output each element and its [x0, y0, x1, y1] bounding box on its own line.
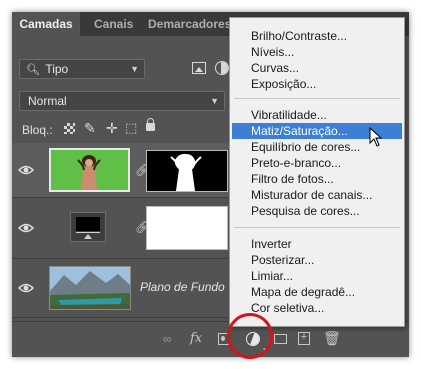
lock-position-icon[interactable]: ✛ — [106, 120, 118, 137]
menu-item-curves[interactable]: Curvas... — [232, 60, 402, 76]
menu-item-threshold[interactable]: Limiar... — [232, 268, 402, 284]
menu-item-posterize[interactable]: Posterizar... — [232, 252, 402, 268]
eye-icon[interactable] — [18, 220, 34, 236]
menu-separator — [234, 227, 400, 228]
menu-separator — [234, 98, 400, 99]
search-icon: 🔍︎ — [26, 64, 40, 76]
layer-thumbnail-green-screen — [49, 148, 130, 192]
lock-all-icon[interactable] — [146, 118, 155, 131]
lock-image-pixels-icon[interactable]: ✎︎ — [84, 120, 96, 137]
menu-item-black-white[interactable]: Preto-e-branco... — [232, 155, 402, 171]
background-thumbnail — [49, 266, 131, 310]
levels-adjustment-icon — [70, 212, 106, 242]
layer-mask-thumbnail-white[interactable] — [146, 206, 228, 250]
adjustment-layer-menu: Brilho/Contraste... Níveis... Curvas... … — [229, 17, 405, 327]
eye-icon[interactable] — [18, 280, 34, 296]
filter-type-label: Tipo — [45, 62, 69, 76]
mouse-cursor-icon — [369, 127, 383, 147]
tab-channels[interactable]: Canais — [94, 12, 133, 36]
layer-filter-select[interactable]: 🔍︎ Tipo ▼ — [19, 59, 145, 79]
chevron-down-icon: ▼ — [130, 64, 139, 74]
delete-icon[interactable]: 🗑︎ — [323, 331, 341, 345]
layer-row-levels[interactable]: 🔗︎ — [12, 198, 232, 259]
new-layer-icon[interactable]: + — [298, 332, 310, 345]
blend-mode-select[interactable]: Normal ▼ — [19, 91, 225, 111]
lock-label: Bloq.: — [22, 123, 53, 137]
menu-item-levels[interactable]: Níveis... — [232, 44, 402, 60]
tab-paths[interactable]: Demarcadores — [148, 12, 231, 36]
new-group-icon[interactable] — [274, 334, 287, 344]
layer-mask-thumbnail[interactable] — [146, 150, 228, 192]
filter-pixel-layer-icon[interactable] — [192, 62, 206, 74]
eye-icon[interactable] — [18, 162, 34, 178]
menu-item-gradient-map[interactable]: Mapa de degradê... — [232, 284, 402, 300]
menu-item-invert[interactable]: Inverter — [232, 236, 402, 252]
lock-artboard-icon[interactable]: ⬚ — [125, 120, 137, 136]
menu-item-photo-filter[interactable]: Filtro de fotos... — [232, 171, 402, 187]
fx-icon[interactable]: fx — [190, 332, 202, 346]
layer-row-background[interactable]: Plano de Fundo — [12, 259, 232, 318]
link-layers-icon[interactable]: ∞ — [163, 332, 172, 346]
layer-row-hue-saturation[interactable]: 🔗︎ — [12, 143, 232, 198]
blend-mode-value: Normal — [28, 94, 67, 108]
menu-item-color-lookup[interactable]: Pesquisa de cores... — [232, 203, 402, 219]
layer-name-background[interactable]: Plano de Fundo — [140, 280, 225, 294]
tab-layers[interactable]: Camadas — [12, 12, 80, 36]
menu-item-brightness-contrast[interactable]: Brilho/Contraste... — [232, 28, 402, 44]
filter-adjustment-layer-icon[interactable] — [215, 61, 229, 75]
lock-transparent-pixels-icon[interactable] — [64, 123, 75, 134]
menu-item-exposure[interactable]: Exposição... — [232, 76, 402, 92]
annotation-circle — [227, 313, 273, 359]
chevron-down-icon: ▼ — [210, 96, 219, 106]
menu-item-channel-mixer[interactable]: Misturador de canais... — [232, 187, 402, 203]
menu-item-vibrance[interactable]: Vibratilidade... — [232, 107, 402, 123]
